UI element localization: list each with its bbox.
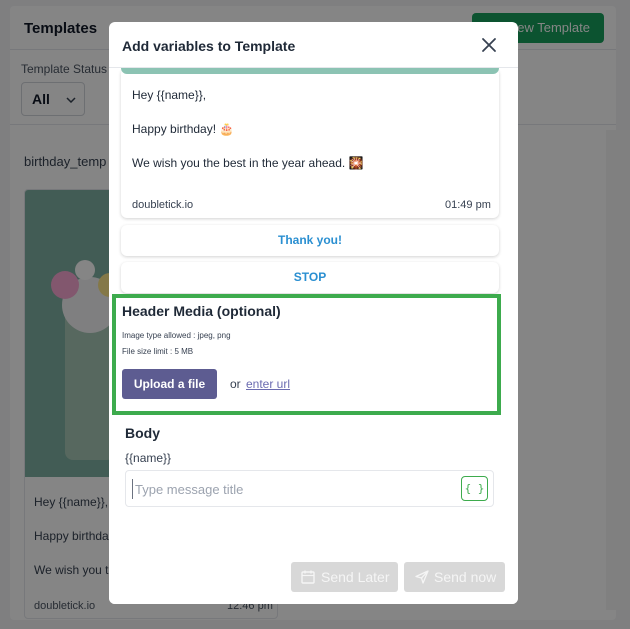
allowed-types-hint: Image type allowed : jpeg, png	[122, 331, 231, 340]
send-now-button[interactable]: Send now	[404, 562, 505, 592]
header-media-section: Header Media (optional) Image type allow…	[112, 294, 501, 415]
add-variables-modal: Add variables to Template Hey {{name}}, …	[109, 22, 518, 604]
quick-reply-thank-you[interactable]: Thank you!	[121, 225, 499, 256]
header-media-title: Header Media (optional)	[122, 303, 281, 319]
or-label: or	[230, 377, 241, 391]
enter-url-link[interactable]: enter url	[246, 377, 290, 391]
modal-body[interactable]: Hey {{name}}, Happy birthday! 🎂 We wish …	[109, 68, 518, 554]
send-later-button[interactable]: Send Later	[291, 562, 398, 592]
preview-line: Happy birthday! 🎂	[132, 122, 235, 136]
send-icon	[415, 570, 429, 584]
body-variable: {{name}}	[125, 451, 172, 465]
preview-footer: doubletick.io	[132, 199, 194, 211]
insert-variable-button[interactable]: { }	[461, 476, 488, 501]
calendar-icon	[301, 570, 315, 584]
body-title: Body	[125, 425, 160, 441]
modal-title: Add variables to Template	[122, 38, 296, 54]
preview-line: We wish you the best in the year ahead. …	[132, 156, 364, 170]
message-title-input[interactable]	[132, 479, 452, 499]
quick-reply-stop[interactable]: STOP	[121, 262, 499, 293]
preview-time: 01:49 pm	[445, 199, 491, 211]
send-now-label: Send now	[434, 569, 497, 585]
message-title-field: { }	[125, 470, 494, 507]
size-limit-hint: File size limit : 5 MB	[122, 347, 194, 356]
send-later-label: Send Later	[321, 569, 390, 585]
close-button[interactable]	[478, 34, 500, 56]
close-icon	[482, 38, 496, 52]
upload-file-button[interactable]: Upload a file	[122, 369, 217, 399]
preview-greeting: Hey {{name}},	[132, 88, 207, 102]
modal-header: Add variables to Template	[109, 22, 518, 68]
preview-image	[121, 68, 499, 74]
modal-footer: Send Later Send now	[109, 554, 518, 604]
message-preview: Hey {{name}}, Happy birthday! 🎂 We wish …	[121, 68, 499, 218]
